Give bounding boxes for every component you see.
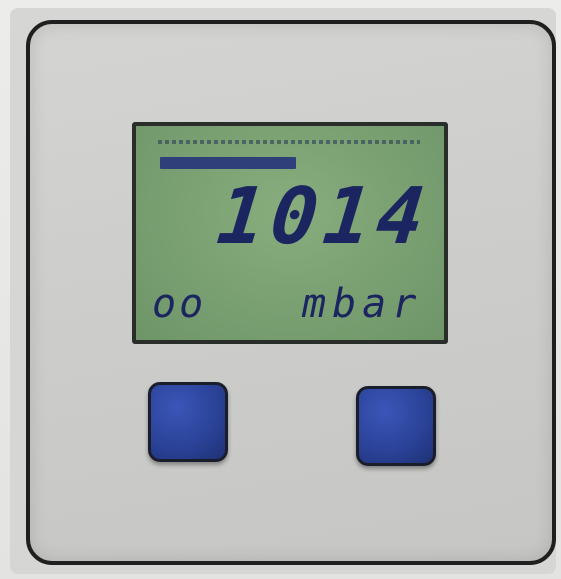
right-button[interactable] <box>356 386 436 466</box>
device-panel: 1014 oo mbar <box>26 20 556 565</box>
photo-scene: 1014 oo mbar <box>0 0 561 579</box>
lcd-screen: 1014 oo mbar <box>136 126 444 340</box>
lcd-bar-indicator <box>160 157 296 169</box>
pressure-value: 1014 <box>213 172 435 262</box>
unit-label: mbar <box>302 281 423 327</box>
lcd-bezel: 1014 oo mbar <box>132 122 448 344</box>
left-button[interactable] <box>148 382 228 462</box>
mode-indicator: oo <box>152 281 207 327</box>
lcd-segment-row <box>158 140 420 144</box>
